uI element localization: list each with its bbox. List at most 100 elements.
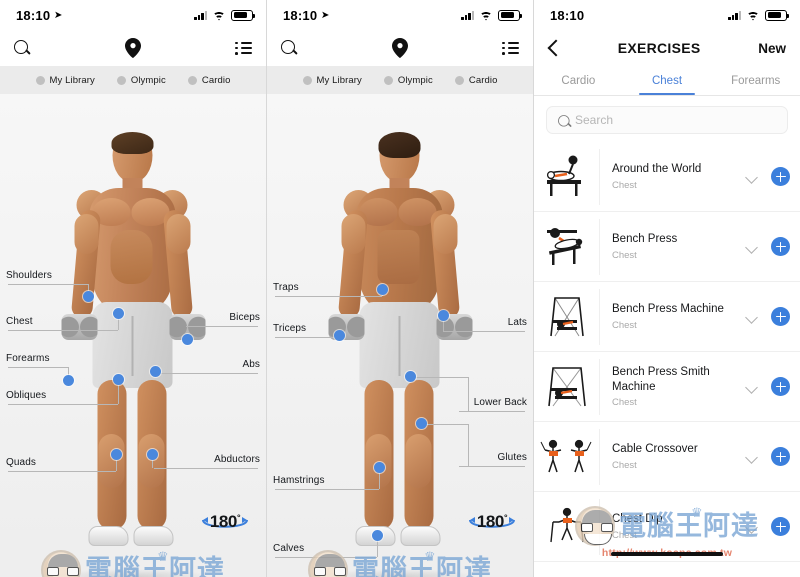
add-exercise-button[interactable] — [771, 377, 790, 396]
muscle-marker-traps[interactable] — [377, 284, 388, 295]
chevron-down-icon[interactable] — [745, 310, 759, 324]
rotate-180-button-back[interactable]: 180° — [463, 505, 521, 539]
rotate-180-button-front[interactable]: 180° — [196, 505, 254, 539]
muscle-label-obliques: Obliques — [6, 390, 47, 401]
body-stage-back[interactable]: Traps Triceps Hamstrings Calves Lats Low… — [267, 94, 533, 577]
muscle-marker-hamstrings[interactable] — [374, 462, 385, 473]
back-chevron-icon[interactable] — [548, 38, 560, 58]
body-stage-front[interactable]: Shoulders Chest Forearms Obliques Quads — [0, 94, 266, 577]
leader-line — [275, 296, 382, 297]
leader-line — [8, 367, 68, 368]
add-exercise-button[interactable] — [771, 307, 790, 326]
muscle-label-chest: Chest — [6, 316, 33, 327]
filter-chip-olympic[interactable]: Olympic — [383, 74, 433, 86]
signal-bars-icon — [728, 10, 741, 20]
radio-dot-icon — [454, 75, 464, 85]
body-figure-back — [313, 132, 488, 577]
figure-lower-back — [377, 230, 420, 284]
status-bar-exercises: 18:10 — [534, 0, 800, 30]
muscle-label-triceps: Triceps — [273, 323, 307, 334]
filter-chip-olympic[interactable]: Olympic — [116, 74, 166, 86]
new-button[interactable]: New — [758, 41, 786, 56]
exercise-muscle: Chest — [612, 529, 637, 541]
leader-line — [459, 466, 525, 467]
filter-chip-cardio[interactable]: Cardio — [187, 75, 231, 86]
exercise-name: Bench Press — [612, 233, 678, 246]
leader-line — [421, 424, 468, 425]
location-arrow-icon: ➤ — [321, 9, 330, 21]
figure-bicep-right — [166, 214, 191, 254]
table-row[interactable]: Around the World Chest — [534, 142, 800, 212]
table-row[interactable]: Bench Press Smith Machine Chest — [534, 352, 800, 422]
muscle-marker-lats[interactable] — [438, 310, 449, 321]
exercises-navbar: EXERCISES New — [534, 30, 800, 66]
table-row[interactable]: Bench Press Chest — [534, 212, 800, 282]
chevron-down-icon[interactable] — [745, 240, 759, 254]
barbell-bench-press-icon — [534, 218, 600, 275]
search-box[interactable] — [546, 106, 788, 134]
chevron-down-icon[interactable] — [745, 450, 759, 464]
app-toolbar-back — [267, 30, 533, 66]
muscle-marker-quads[interactable] — [111, 449, 122, 460]
filter-chip-my-library[interactable]: My Library — [302, 75, 362, 86]
tab-cardio[interactable]: Cardio — [534, 66, 623, 95]
filter-chip-label: Olympic — [130, 74, 166, 86]
muscle-marker-lower-back[interactable] — [405, 371, 416, 382]
filter-chip-label: Olympic — [397, 74, 433, 86]
filter-chip-cardio[interactable]: Cardio — [454, 74, 498, 86]
muscle-marker-obliques[interactable] — [113, 374, 124, 385]
tab-chest[interactable]: Chest — [623, 66, 712, 95]
add-exercise-button[interactable] — [771, 237, 790, 256]
search-container — [534, 96, 800, 142]
tab-forearms[interactable]: Forearms — [711, 66, 800, 95]
figure-abdomen — [110, 230, 153, 284]
status-bar-right — [194, 9, 255, 21]
muscle-marker-shoulders[interactable] — [83, 291, 94, 302]
add-exercise-button[interactable] — [771, 447, 790, 466]
rotate-value: 180 — [209, 512, 238, 531]
tab-label: Forearms — [731, 74, 781, 87]
radio-dot-icon — [35, 75, 45, 85]
exercise-info: Bench Press Smith Machine Chest — [612, 365, 745, 408]
add-exercise-button[interactable] — [771, 517, 790, 536]
search-icon[interactable] — [14, 39, 31, 57]
muscle-marker-chest[interactable] — [113, 308, 124, 319]
radio-dot-icon — [187, 75, 197, 85]
battery-icon — [765, 9, 789, 21]
leader-line — [410, 377, 468, 378]
dumbbell-left-icon — [61, 314, 98, 340]
muscle-marker-calves[interactable] — [372, 530, 383, 541]
exercise-list[interactable]: Around the World Chest Bench Press Chest… — [534, 142, 800, 563]
muscle-marker-biceps[interactable] — [182, 334, 193, 345]
chevron-down-icon[interactable] — [745, 380, 759, 394]
search-input[interactable] — [575, 113, 777, 127]
muscle-label-hamstrings: Hamstrings — [273, 475, 325, 486]
muscle-label-biceps: Biceps — [229, 312, 260, 323]
muscle-marker-triceps[interactable] — [334, 330, 345, 341]
muscle-marker-glutes[interactable] — [416, 418, 427, 429]
exercise-name: Bench Press Machine — [612, 303, 724, 316]
chevron-down-icon[interactable] — [745, 170, 759, 184]
table-row[interactable]: Cable Crossover Chest — [534, 422, 800, 492]
status-bar-right — [728, 9, 789, 21]
muscle-marker-forearms[interactable] — [63, 375, 74, 386]
filter-chip-my-library[interactable]: My Library — [35, 75, 95, 86]
exercise-muscle: Chest — [612, 459, 637, 471]
chevron-down-icon[interactable] — [745, 520, 759, 534]
filter-chip-label: Cardio — [468, 74, 498, 86]
muscle-label-calves: Calves — [273, 543, 305, 554]
signal-bars-icon — [461, 10, 474, 20]
figure-tricep-right — [433, 214, 458, 254]
list-menu-icon[interactable] — [502, 42, 519, 55]
exercise-tabs: Cardio Chest Forearms — [534, 66, 800, 96]
table-row[interactable]: Bench Press Machine Chest — [534, 282, 800, 352]
list-menu-icon[interactable] — [235, 42, 252, 55]
tab-label: Chest — [651, 74, 683, 87]
muscle-marker-abs[interactable] — [150, 366, 161, 377]
leader-line — [443, 331, 525, 332]
muscle-marker-abductors[interactable] — [147, 449, 158, 460]
exercise-name: Bench Press Smith Machine — [612, 366, 710, 393]
add-exercise-button[interactable] — [771, 167, 790, 186]
search-icon[interactable] — [281, 39, 298, 57]
figure-tricep-left — [341, 214, 366, 254]
